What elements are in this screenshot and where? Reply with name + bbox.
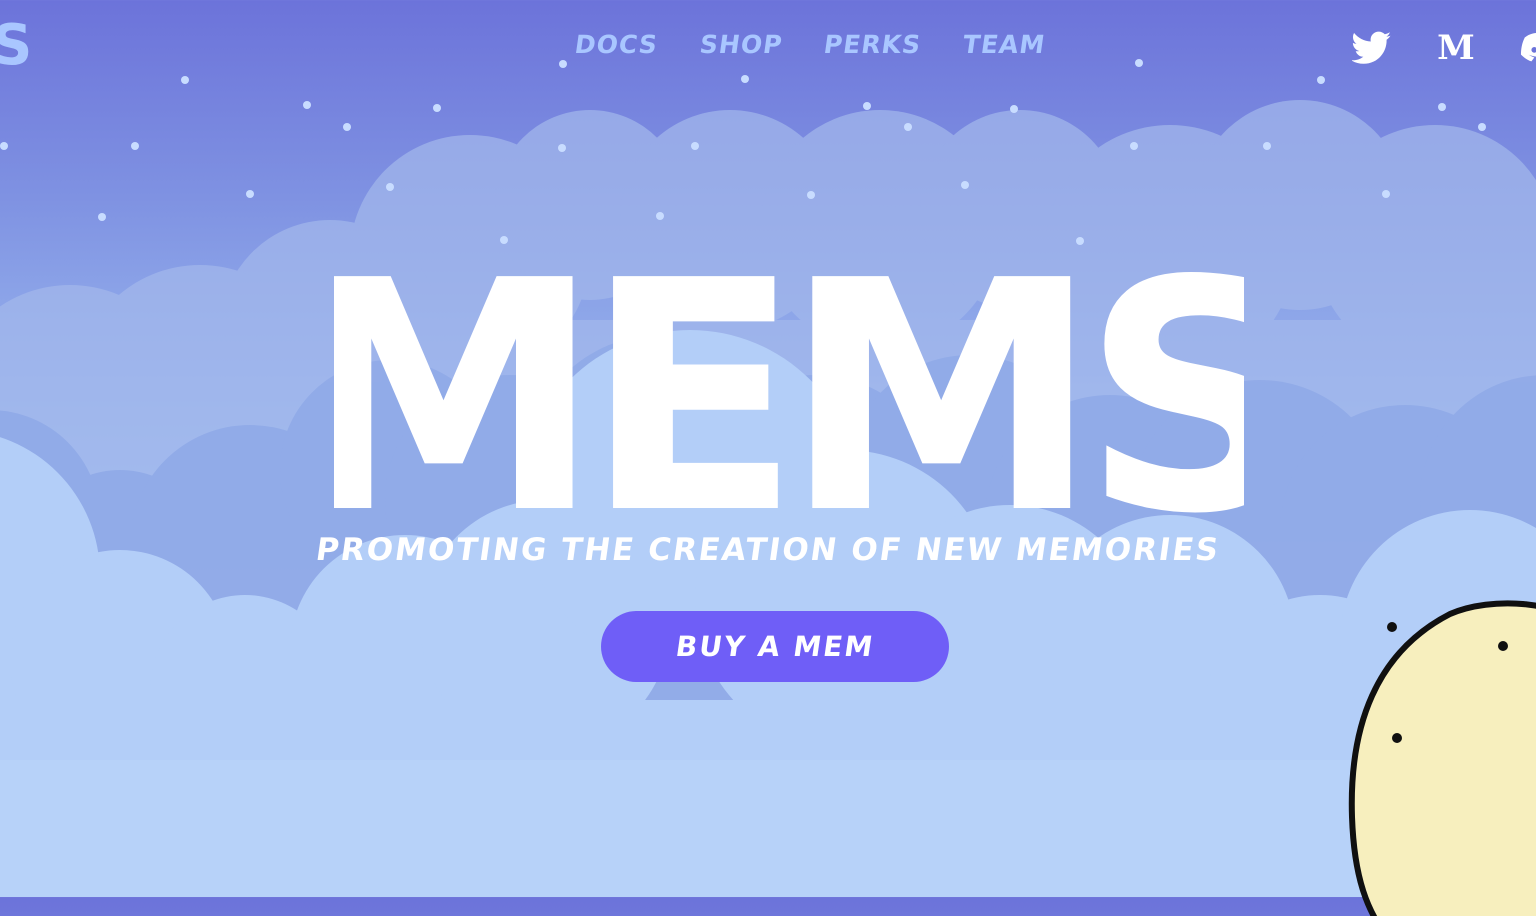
buy-button-label: BUY A MEM [673, 630, 877, 663]
hero-scene: S DOCS SHOP PERKS TEAM M MEMS PROMOTING … [0, 0, 1536, 916]
nav-docs[interactable]: DOCS [573, 30, 660, 59]
social-links: M [1352, 28, 1536, 68]
mems-logo-title: MEMS [334, 213, 1244, 538]
logo-fragment[interactable]: S [0, 18, 32, 74]
buy-mem-button[interactable]: BUY A MEM [601, 611, 949, 682]
twitter-icon [1352, 31, 1391, 64]
medium-icon: M [1437, 28, 1475, 68]
nav-perks[interactable]: PERKS [822, 30, 923, 59]
nav-team[interactable]: TEAM [961, 30, 1047, 59]
mem-mascot [1348, 600, 1536, 916]
nav-shop[interactable]: SHOP [698, 30, 785, 59]
discord-icon [1520, 32, 1536, 62]
hero-subtitle: PROMOTING THE CREATION OF NEW MEMORIES [313, 532, 1223, 568]
discord-link[interactable] [1520, 28, 1536, 68]
medium-link[interactable]: M [1436, 28, 1476, 68]
main-navigation: DOCS SHOP PERKS TEAM [573, 30, 1048, 59]
hero-title: MEMS [334, 213, 1244, 538]
twitter-link[interactable] [1352, 28, 1392, 68]
